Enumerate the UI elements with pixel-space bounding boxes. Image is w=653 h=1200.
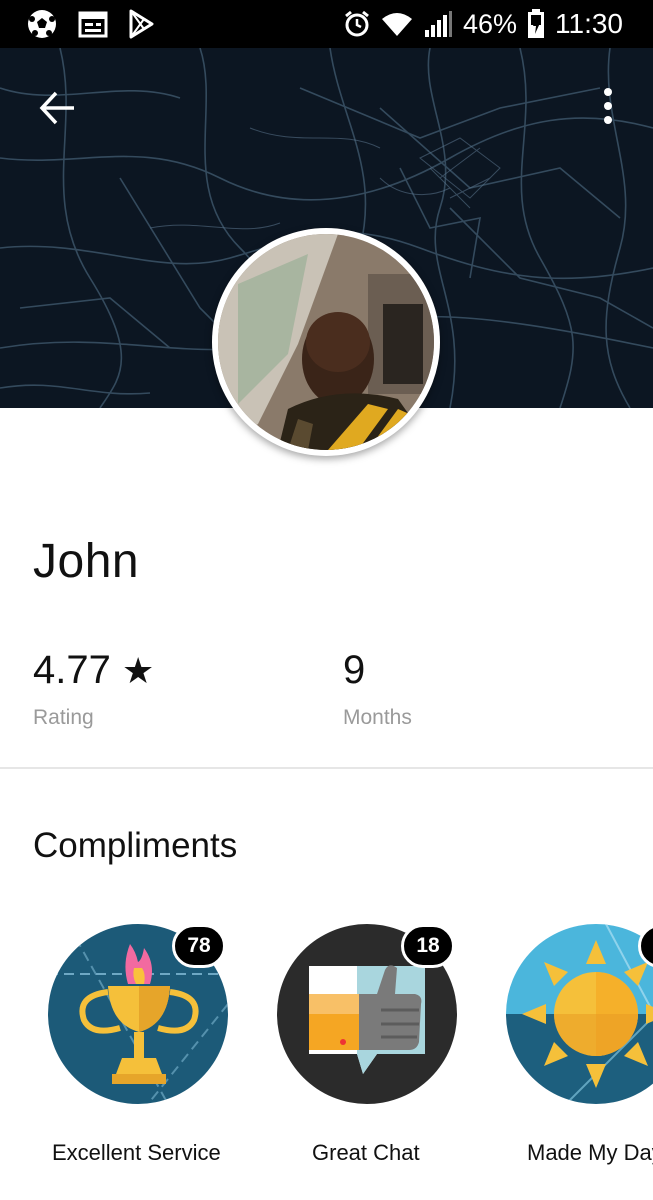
compliment-great-chat[interactable]: 18 xyxy=(277,924,457,1104)
compliment-label: Made My Day xyxy=(527,1140,653,1165)
profile-avatar xyxy=(212,228,440,456)
status-bar: 46% 11:30 xyxy=(0,0,653,48)
rating-value-row: 4.77 ★ xyxy=(33,648,154,693)
signal-icon xyxy=(424,11,452,37)
rating-label: Rating xyxy=(33,706,94,729)
soccer-ball-icon xyxy=(28,10,56,38)
battery-icon xyxy=(528,9,544,38)
months-label: Months xyxy=(343,706,412,729)
alarm-icon xyxy=(345,10,369,37)
status-right: 46% 11:30 xyxy=(343,8,623,40)
wifi-icon xyxy=(381,13,412,36)
status-left-icons xyxy=(26,8,154,40)
clock: 11:30 xyxy=(555,8,623,39)
compliment-badge-circle xyxy=(506,924,653,1104)
battery-percent: 46% xyxy=(462,8,517,39)
rating-value: 4.77 xyxy=(33,648,111,692)
compliment-label: Great Chat xyxy=(312,1140,420,1165)
star-icon: ★ xyxy=(121,650,155,691)
avatar-image xyxy=(218,234,434,450)
back-button[interactable] xyxy=(36,86,80,130)
sun-icon xyxy=(506,924,653,1104)
compliment-made-my-day[interactable] xyxy=(506,924,653,1104)
compliment-excellent-service[interactable]: 78 xyxy=(48,924,228,1104)
more-vert-icon xyxy=(604,88,612,124)
compliments-title: Compliments xyxy=(33,826,238,865)
calendar-icon xyxy=(78,11,108,38)
compliment-count-badge: 18 xyxy=(401,924,455,968)
back-arrow-icon xyxy=(39,91,74,125)
compliment-label-made-my-day: Made My Day xyxy=(527,1140,653,1166)
compliment-label: Excellent Service xyxy=(52,1140,221,1165)
divider xyxy=(0,767,653,769)
compliment-count-badge: 78 xyxy=(172,924,226,968)
more-options-button[interactable] xyxy=(593,86,623,130)
avatar-photo xyxy=(218,234,434,450)
profile-name: John xyxy=(33,535,140,588)
play-store-icon xyxy=(129,9,154,39)
months-value: 9 xyxy=(343,648,366,692)
